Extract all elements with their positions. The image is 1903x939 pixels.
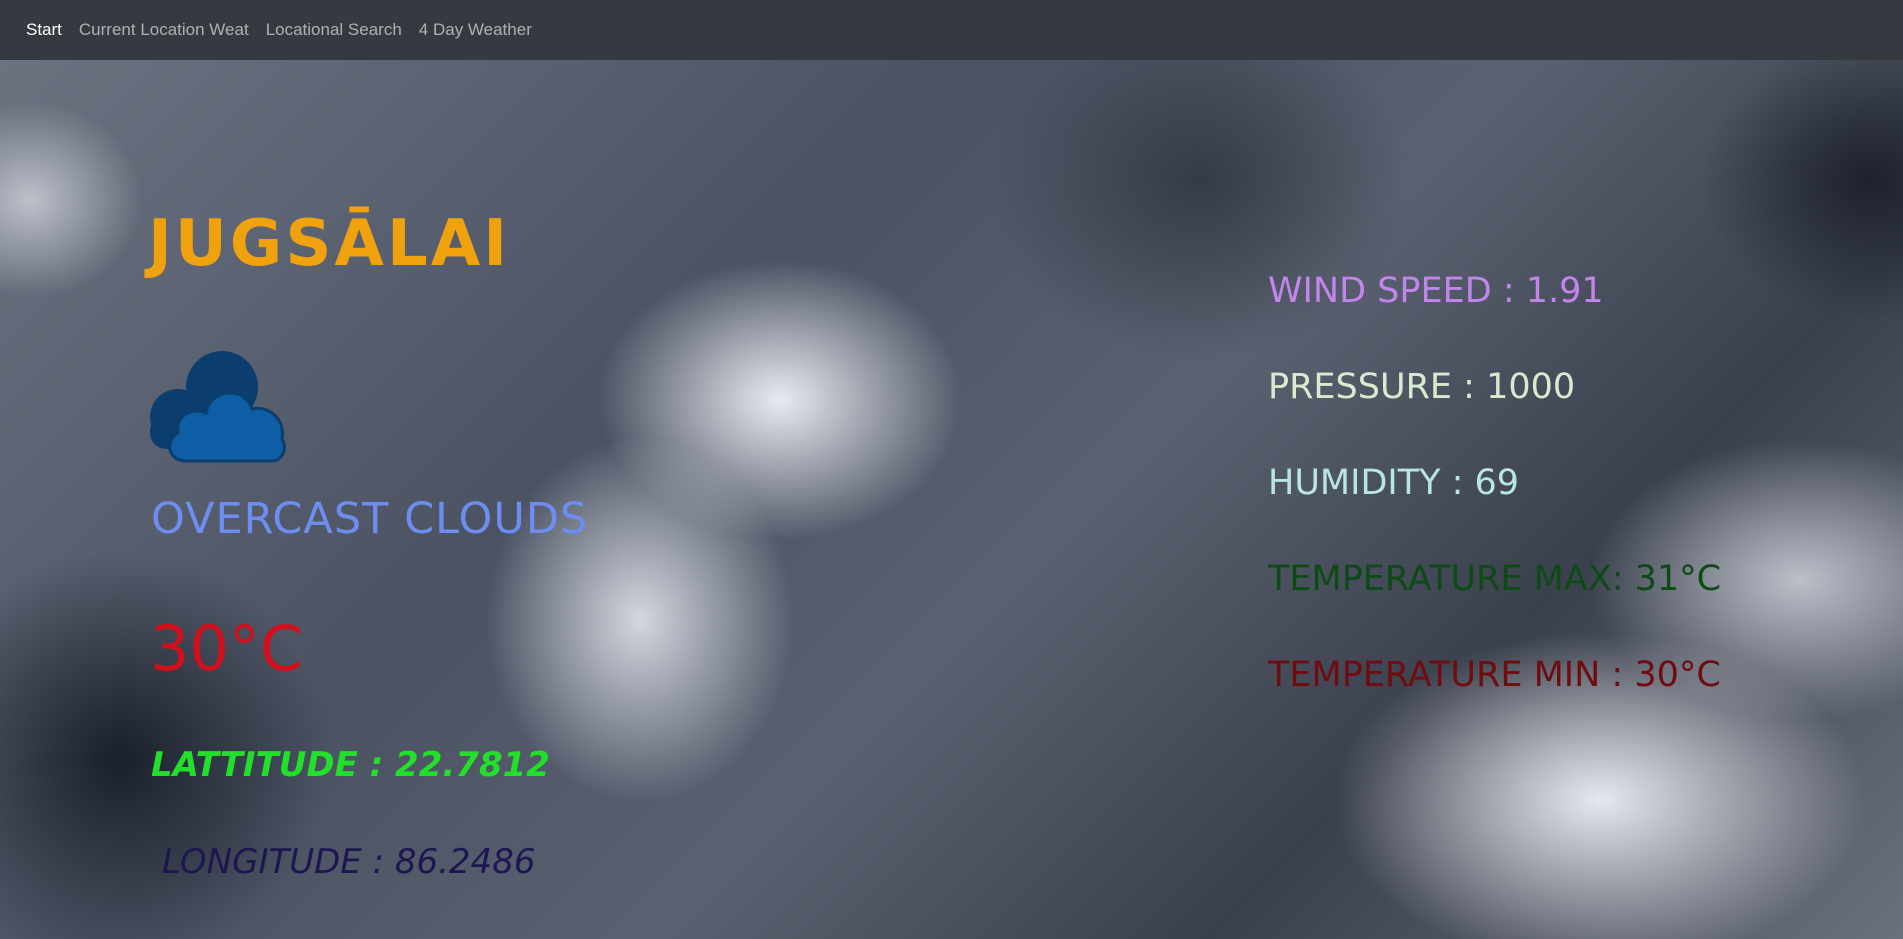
- latitude-value: LATTITUDE : 22.7812: [151, 745, 550, 785]
- pressure: PRESSURE : 1000: [1268, 367, 1576, 407]
- nav-locational-search[interactable]: Locational Search: [266, 20, 402, 40]
- temperature-min: TEMPERATURE MIN : 30°C: [1268, 655, 1721, 695]
- wind-speed: WIND SPEED : 1.91: [1268, 271, 1604, 311]
- top-navbar: Start Current Location Weat Locational S…: [0, 0, 1903, 60]
- nav-current-location-weather[interactable]: Current Location Weat: [79, 20, 249, 40]
- nav-start[interactable]: Start: [26, 20, 62, 40]
- humidity: HUMIDITY : 69: [1268, 463, 1520, 503]
- weather-description: OVERCAST CLOUDS: [151, 494, 589, 544]
- nav-4-day-weather[interactable]: 4 Day Weather: [419, 20, 532, 40]
- overcast-clouds-icon: [150, 351, 286, 463]
- longitude-value: LONGITUDE : 86.2486: [162, 842, 536, 882]
- weather-panel: JUGSĀLAI OVERCAST CLOUDS 30°C LATTITUDE …: [0, 0, 1903, 939]
- current-temperature: 30°C: [150, 612, 304, 685]
- temperature-max: TEMPERATURE MAX: 31°C: [1268, 559, 1722, 599]
- city-name: JUGSĀLAI: [148, 207, 511, 281]
